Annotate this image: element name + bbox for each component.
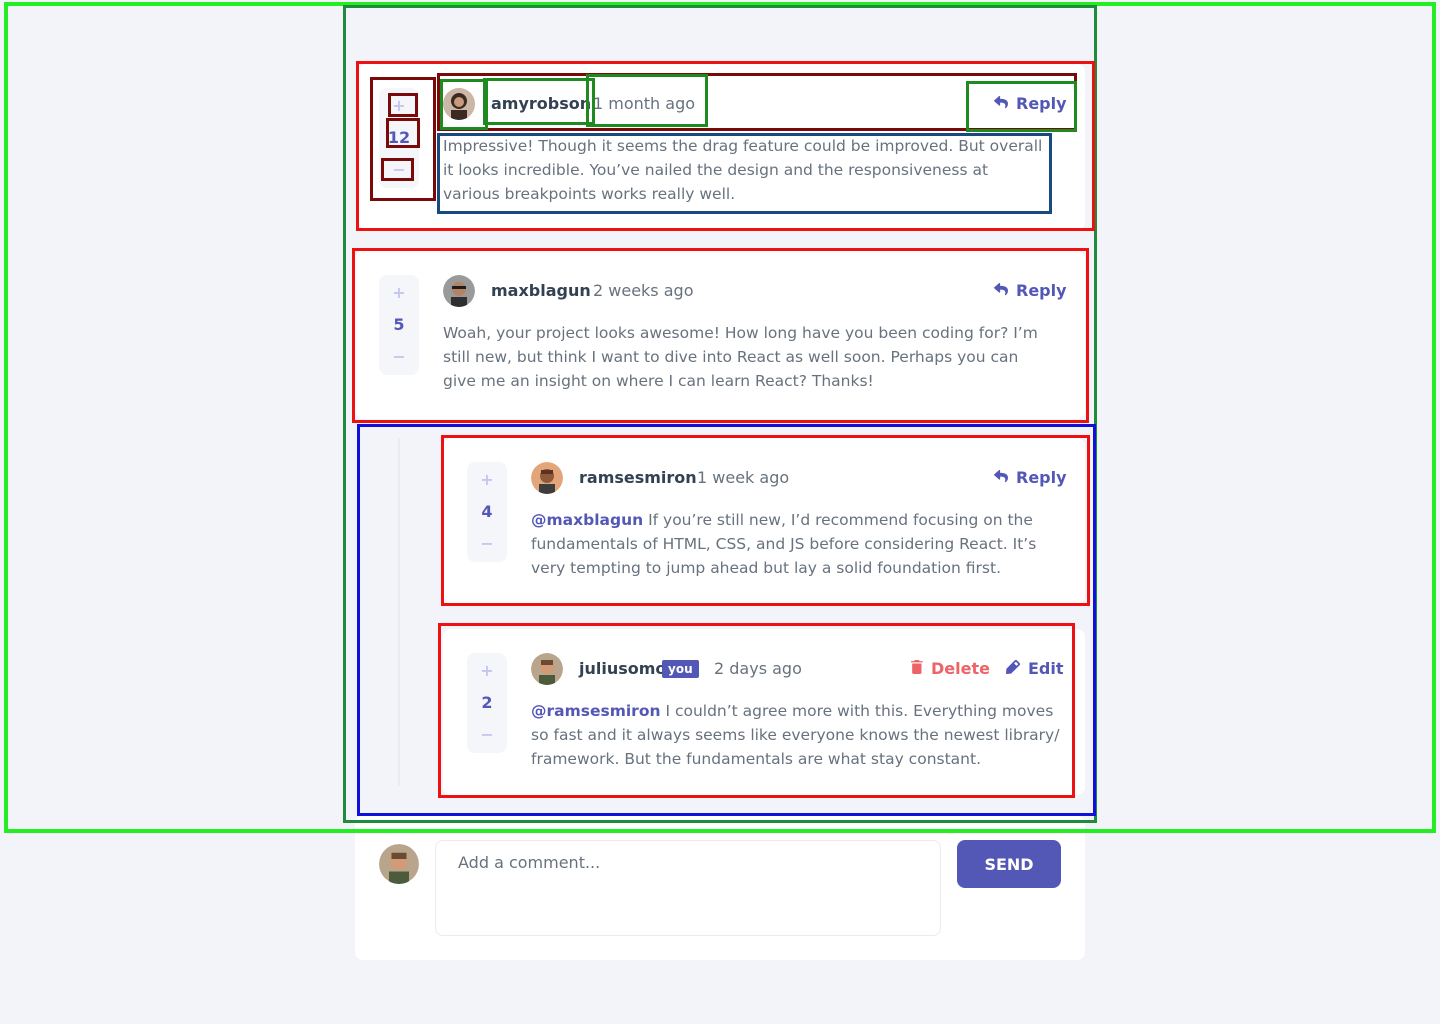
comment-body: @ramsesmiron I couldn’t agree more with … bbox=[531, 699, 1061, 771]
comment-body: Woah, your project looks awesome! How lo… bbox=[443, 324, 1038, 390]
downvote-button[interactable]: − bbox=[392, 349, 405, 365]
send-button[interactable]: SEND bbox=[957, 840, 1061, 888]
timestamp: 2 weeks ago bbox=[593, 281, 694, 300]
vote-control: + 4 − bbox=[467, 462, 507, 562]
reply-label: Reply bbox=[1016, 94, 1067, 113]
you-badge: you bbox=[662, 660, 699, 678]
downvote-button[interactable]: − bbox=[480, 536, 493, 552]
username[interactable]: juliusomo bbox=[579, 659, 666, 679]
pencil-icon bbox=[1006, 659, 1020, 678]
reply-icon bbox=[994, 94, 1008, 114]
reply-button[interactable]: Reply bbox=[994, 468, 1067, 488]
username[interactable]: maxblagun bbox=[491, 281, 591, 301]
avatar bbox=[443, 88, 475, 120]
current-user-avatar bbox=[379, 844, 419, 884]
avatar bbox=[443, 275, 475, 307]
reply-thread-line bbox=[398, 438, 400, 786]
score: 5 bbox=[393, 315, 405, 334]
comment-card: + 5 − maxblagun 2 weeks ago Reply Woah, … bbox=[355, 251, 1085, 419]
comment-input[interactable] bbox=[435, 840, 941, 936]
reply-label: Reply bbox=[1016, 281, 1067, 300]
upvote-button[interactable]: + bbox=[480, 663, 493, 679]
timestamp: 2 days ago bbox=[714, 659, 802, 678]
upvote-button[interactable]: + bbox=[392, 98, 405, 114]
username[interactable]: amyrobson bbox=[491, 94, 591, 114]
mention[interactable]: @maxblagun bbox=[531, 511, 643, 529]
downvote-button[interactable]: − bbox=[392, 162, 405, 178]
reply-card: + 4 − ramsesmiron 1 week ago Reply @maxb… bbox=[443, 438, 1085, 604]
reply-button[interactable]: Reply bbox=[994, 94, 1067, 114]
reply-icon bbox=[994, 281, 1008, 301]
edit-button[interactable]: Edit bbox=[1006, 659, 1064, 678]
upvote-button[interactable]: + bbox=[392, 285, 405, 301]
reply-icon bbox=[994, 468, 1008, 488]
downvote-button[interactable]: − bbox=[480, 727, 493, 743]
comment-body: @maxblagun If you’re still new, I’d reco… bbox=[531, 508, 1066, 580]
username[interactable]: ramsesmiron bbox=[579, 468, 697, 488]
avatar bbox=[531, 653, 563, 685]
comment-body: Impressive! Though it seems the drag fea… bbox=[443, 137, 1043, 203]
delete-button[interactable]: Delete bbox=[911, 659, 990, 678]
reply-label: Reply bbox=[1016, 468, 1067, 487]
timestamp: 1 week ago bbox=[697, 468, 790, 487]
upvote-button[interactable]: + bbox=[480, 472, 493, 488]
vote-control: + 2 − bbox=[467, 653, 507, 753]
delete-label: Delete bbox=[931, 659, 990, 678]
score: 12 bbox=[387, 128, 411, 147]
score: 4 bbox=[481, 502, 493, 521]
comment-card: + 12 − amyrobson 1 month ago Reply Impre… bbox=[359, 64, 1085, 230]
timestamp: 1 month ago bbox=[593, 94, 696, 113]
reply-card: + 2 − juliusomo you 2 days ago Delete Ed… bbox=[443, 629, 1085, 795]
new-comment-card: SEND bbox=[355, 816, 1085, 960]
avatar bbox=[531, 462, 563, 494]
edit-label: Edit bbox=[1028, 659, 1064, 678]
mention[interactable]: @ramsesmiron bbox=[531, 702, 661, 720]
trash-icon bbox=[911, 659, 923, 678]
vote-control: + 5 − bbox=[379, 275, 419, 375]
reply-button[interactable]: Reply bbox=[994, 281, 1067, 301]
vote-control: + 12 − bbox=[379, 88, 419, 188]
score: 2 bbox=[481, 693, 493, 712]
